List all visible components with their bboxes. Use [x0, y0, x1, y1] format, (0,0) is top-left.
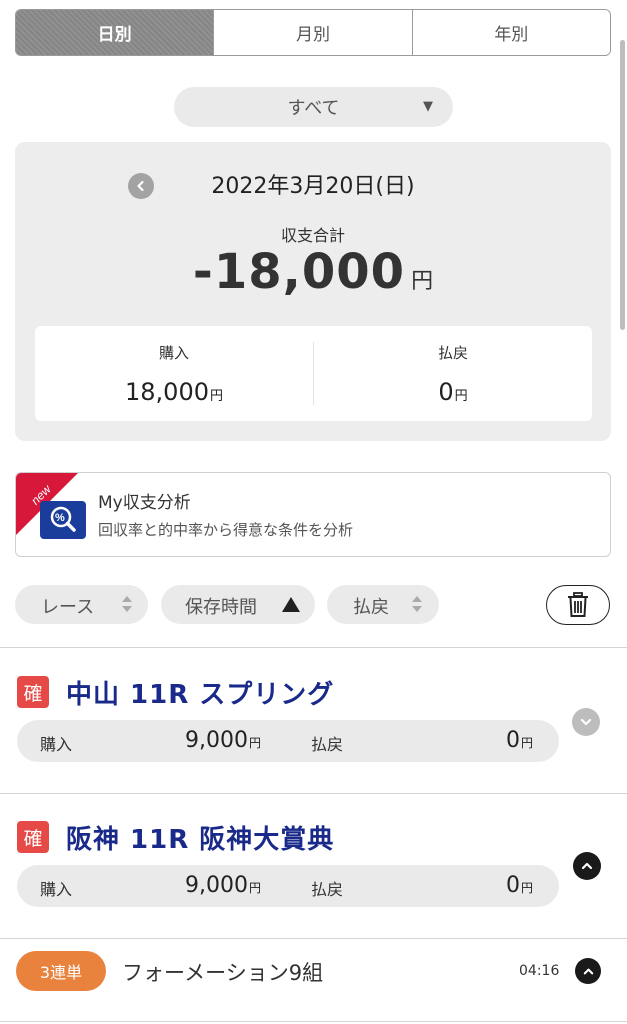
filter-selected-value: すべて	[287, 98, 340, 119]
race-payout-label: 払戻	[311, 880, 344, 899]
race-purchase-unit: 円	[248, 881, 261, 895]
analysis-description: 回収率と的中率から得意な条件を分析	[98, 521, 354, 539]
race-purchase-value: 9,000	[185, 728, 248, 753]
race-item[interactable]: 確 中山 11R スプリング 購入 9,000円 払戻 0円	[0, 648, 627, 793]
race-amount-bar: 購入 9,000円 払戻 0円	[17, 865, 559, 907]
race-payout-unit: 円	[520, 881, 533, 895]
purchase-amount: 18,000円	[35, 378, 313, 406]
race-title[interactable]: 中山 11R スプリング	[66, 674, 334, 711]
chevron-left-icon	[137, 180, 144, 192]
sort-by-race-button[interactable]: レース	[15, 585, 148, 624]
expand-toggle-button[interactable]	[572, 708, 600, 736]
purchase-unit: 円	[209, 389, 223, 404]
sort-payout-label: 払戻	[353, 597, 389, 618]
dropdown-caret-icon: ▼	[423, 99, 433, 114]
total-amount: -18,000 円	[15, 244, 611, 300]
chevron-up-icon	[581, 862, 593, 870]
race-payout-unit: 円	[520, 736, 533, 750]
purchase-value: 18,000	[125, 378, 209, 406]
total-value: -18,000	[192, 244, 406, 300]
confirmed-badge: 確	[17, 821, 49, 853]
tab-monthly[interactable]: 月別	[213, 10, 412, 55]
date-row: 2022年3月20日(日)	[15, 168, 611, 202]
summary-date: 2022年3月20日(日)	[211, 174, 415, 199]
tab-yearly[interactable]: 年別	[411, 10, 610, 55]
confirmed-badge: 確	[17, 676, 49, 708]
scrollbar[interactable]	[620, 40, 625, 330]
my-analysis-card[interactable]: new % My収支分析 回収率と的中率から得意な条件を分析	[15, 472, 611, 557]
race-amount-bar: 購入 9,000円 払戻 0円	[17, 720, 559, 762]
category-filter-dropdown[interactable]: すべて ▼	[174, 87, 453, 127]
purchase-payout-box: 購入 18,000円 払戻 0円	[35, 326, 592, 421]
total-label: 収支合計	[280, 226, 345, 245]
period-tabs: 日別 月別 年別	[15, 9, 611, 56]
collapse-toggle-button[interactable]	[573, 852, 601, 880]
analysis-title: My収支分析	[98, 493, 191, 513]
purchase-column: 購入 18,000円	[35, 326, 313, 421]
bet-description: フォーメーション9組	[122, 961, 324, 985]
sort-ascending-icon	[282, 597, 300, 612]
trash-icon	[568, 592, 588, 617]
payout-unit: 円	[454, 389, 468, 404]
sort-saved-time-label: 保存時間	[185, 597, 257, 618]
magnifier-percent-icon: %	[40, 501, 86, 539]
race-payout-value: 0	[505, 728, 520, 753]
race-payout-amount: 0円	[506, 873, 533, 898]
payout-value: 0	[438, 378, 454, 406]
purchase-label: 購入	[158, 344, 189, 362]
race-title[interactable]: 阪神 11R 阪神大賞典	[66, 819, 334, 856]
tab-daily[interactable]: 日別	[16, 10, 214, 55]
chevron-down-icon	[580, 718, 592, 726]
race-purchase-amount: 9,000円	[185, 728, 261, 753]
bet-collapse-toggle-button[interactable]	[575, 958, 601, 984]
race-purchase-label: 購入	[40, 880, 73, 899]
race-payout-amount: 0円	[506, 728, 533, 753]
race-purchase-amount: 9,000円	[185, 873, 261, 898]
sort-by-saved-time-button[interactable]: 保存時間	[161, 585, 315, 624]
divider	[0, 938, 627, 939]
chevron-up-icon	[583, 968, 593, 974]
sort-race-label: レース	[41, 597, 95, 618]
divider	[0, 1021, 627, 1022]
race-payout-value: 0	[505, 873, 520, 898]
race-item[interactable]: 確 阪神 11R 阪神大賞典 購入 9,000円 払戻 0円	[0, 794, 627, 938]
race-purchase-value: 9,000	[185, 873, 248, 898]
daily-summary-panel: 2022年3月20日(日) 収支合計 -18,000 円 購入 18,000円 払…	[15, 142, 611, 441]
race-payout-label: 払戻	[311, 735, 344, 754]
sort-updown-icon	[412, 596, 422, 612]
delete-button[interactable]	[546, 585, 610, 625]
sort-updown-icon	[122, 596, 132, 612]
race-purchase-unit: 円	[248, 736, 261, 750]
bet-saved-time: 04:16	[519, 963, 560, 979]
payout-label: 払戻	[437, 344, 468, 362]
payout-amount: 0円	[314, 378, 592, 406]
prev-day-button[interactable]	[128, 173, 154, 199]
payout-column: 払戻 0円	[313, 342, 592, 406]
svg-text:%: %	[55, 512, 65, 524]
sort-by-payout-button[interactable]: 払戻	[327, 585, 439, 624]
race-purchase-label: 購入	[40, 735, 73, 754]
total-unit: 円	[411, 269, 434, 294]
bet-type-badge: 3連単	[16, 951, 106, 991]
